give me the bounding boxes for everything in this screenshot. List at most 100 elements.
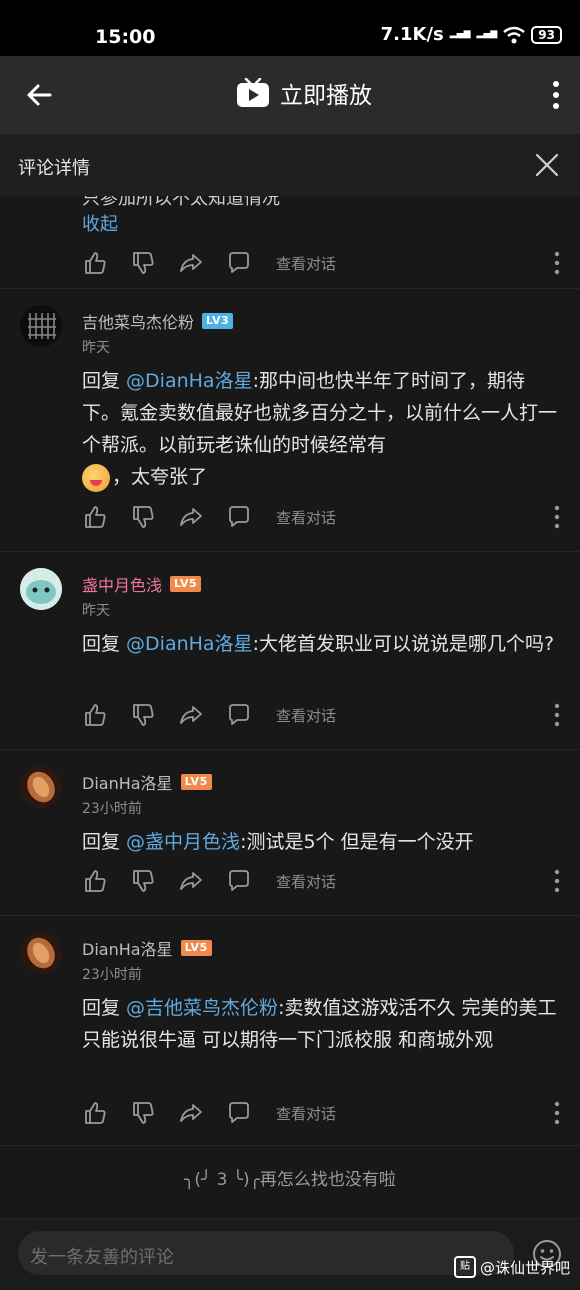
signal-icon: ▂▄▆ [449, 29, 471, 39]
like-icon[interactable] [82, 1100, 108, 1126]
reply-prefix: 回复 [82, 370, 127, 392]
battery-icon: 93 [531, 25, 562, 44]
net-speed: 7.1K/s [380, 24, 444, 45]
share-icon[interactable] [178, 250, 204, 276]
comment-actions: 查看对话 [82, 700, 560, 730]
comment-time: 昨天 [82, 603, 110, 619]
end-of-list-note: ╮(╯ 3 ╰)╭再怎么找也没有啦 [184, 1170, 396, 1190]
comment-composer: 发一条友善的评论 贴 @诛仙世界吧 [0, 1218, 580, 1290]
top-bar: 立即播放 [0, 56, 580, 134]
tieba-logo-icon: 贴 [453, 1256, 476, 1278]
view-conversation-link[interactable]: 查看对话 [276, 507, 336, 528]
more-icon[interactable] [552, 80, 560, 110]
comment-time: 23小时前 [82, 967, 142, 983]
share-icon[interactable] [178, 504, 204, 530]
reply-prefix: 回复 [82, 633, 127, 655]
reply-icon[interactable] [226, 250, 252, 276]
view-conversation-link[interactable]: 查看对话 [276, 1103, 336, 1124]
view-conversation-link[interactable]: 查看对话 [276, 705, 336, 726]
avatar[interactable] [20, 568, 62, 610]
comment-body-tail: ，太夸张了 [112, 466, 208, 488]
comment-text: 回复 @DianHa洛星:那中间也快半年了时间了，期待下。氪金卖数值最好也就多百… [82, 365, 560, 493]
comment-item: 盏中月色浅 LV5 昨天 回复 @DianHa洛星:大佬首发职业可以说说是哪几个… [0, 552, 580, 750]
more-icon[interactable] [554, 1101, 560, 1125]
comment-actions: 查看对话 [82, 866, 560, 896]
status-time: 15:00 [95, 26, 156, 48]
reply-prefix: 回复 [82, 831, 127, 853]
tv-play-icon [237, 78, 269, 107]
like-icon[interactable] [82, 250, 108, 276]
like-icon[interactable] [82, 868, 108, 894]
mention-link[interactable]: @吉他菜鸟杰伦粉 [126, 997, 278, 1019]
username[interactable]: DianHa洛星 LV5 [82, 770, 212, 794]
dislike-icon[interactable] [130, 504, 156, 530]
dislike-icon[interactable] [130, 702, 156, 728]
comment-input-placeholder: 发一条友善的评论 [30, 1247, 174, 1268]
close-icon[interactable] [534, 152, 560, 178]
level-badge: LV5 [180, 774, 212, 790]
username[interactable]: DianHa洛星 LV5 [82, 936, 212, 960]
more-icon[interactable] [554, 251, 560, 275]
comment-item: DianHa洛星 LV5 23小时前 回复 @盏中月色浅:测试是5个 但是有一个… [0, 750, 580, 916]
username-text: 吉他菜鸟杰伦粉 [82, 313, 195, 332]
username-text: 盏中月色浅 [82, 576, 163, 595]
username[interactable]: 盏中月色浅 LV5 [82, 572, 202, 596]
level-badge: LV3 [202, 313, 234, 329]
avatar[interactable] [20, 305, 62, 347]
comment-item: 吉他菜鸟杰伦粉 LV3 昨天 回复 @DianHa洛星:那中间也快半年了时间了，… [0, 289, 580, 552]
mention-link[interactable]: @DianHa洛星 [126, 633, 253, 655]
emoji-icon [82, 463, 110, 492]
comment-body: :测试是5个 但是有一个没开 [240, 831, 474, 853]
dislike-icon[interactable] [130, 250, 156, 276]
share-icon[interactable] [178, 868, 204, 894]
username[interactable]: 吉他菜鸟杰伦粉 LV3 [82, 309, 234, 333]
username-text: DianHa洛星 [82, 774, 173, 793]
comment-actions: 查看对话 [82, 502, 560, 532]
comment-actions: 查看对话 [82, 248, 560, 278]
avatar[interactable] [20, 932, 62, 974]
reply-icon[interactable] [226, 702, 252, 728]
comment-list: 只参加所以不太知道情况 收起 查看对话 吉他菜鸟杰伦粉 LV3 昨天 回复 @D… [0, 196, 580, 1146]
reply-icon[interactable] [226, 868, 252, 894]
status-bar: 15:00 7.1K/s ▂▄▆ ▂▄▆ 93 [0, 0, 580, 56]
comment-text: 回复 @DianHa洛星:大佬首发职业可以说说是哪几个吗? [82, 628, 560, 660]
view-conversation-link[interactable]: 查看对话 [276, 253, 336, 274]
partial-comment: 只参加所以不太知道情况 收起 查看对话 [0, 196, 580, 289]
play-now-label: 立即播放 [280, 83, 372, 109]
view-conversation-link[interactable]: 查看对话 [276, 871, 336, 892]
like-icon[interactable] [82, 504, 108, 530]
comment-detail-header: 评论详情 [0, 134, 580, 196]
reply-icon[interactable] [226, 504, 252, 530]
more-icon[interactable] [554, 869, 560, 893]
mention-link[interactable]: @盏中月色浅 [126, 831, 240, 853]
signal-icon-2: ▂▄▆ [476, 29, 498, 39]
username-text: DianHa洛星 [82, 940, 173, 959]
level-badge: LV5 [180, 940, 212, 956]
reply-icon[interactable] [226, 1100, 252, 1126]
comment-time: 昨天 [82, 340, 110, 356]
watermark: 贴 @诛仙世界吧 [453, 1256, 570, 1278]
dislike-icon[interactable] [130, 868, 156, 894]
more-icon[interactable] [554, 505, 560, 529]
status-indicators: 7.1K/s ▂▄▆ ▂▄▆ 93 [381, 24, 562, 45]
collapse-link[interactable]: 收起 [82, 210, 118, 236]
like-icon[interactable] [82, 702, 108, 728]
comment-body: :大佬首发职业可以说说是哪几个吗? [252, 633, 555, 655]
back-arrow-icon[interactable] [24, 80, 54, 110]
share-icon[interactable] [178, 1100, 204, 1126]
partial-comment-text: 只参加所以不太知道情况 [82, 196, 280, 209]
wifi-icon [503, 26, 526, 43]
mention-link[interactable]: @DianHa洛星 [126, 370, 253, 392]
play-now-button[interactable]: 立即播放 [236, 76, 372, 110]
level-badge: LV5 [170, 576, 202, 592]
dislike-icon[interactable] [130, 1100, 156, 1126]
comment-time: 23小时前 [82, 801, 142, 817]
comment-actions: 查看对话 [82, 1098, 560, 1128]
reply-prefix: 回复 [82, 997, 127, 1019]
comment-text: 回复 @吉他菜鸟杰伦粉:卖数值这游戏活不久 完美的美工只能说很牛逼 可以期待一下… [82, 992, 560, 1056]
watermark-text: @诛仙世界吧 [479, 1258, 570, 1277]
avatar[interactable] [20, 766, 62, 808]
more-icon[interactable] [554, 703, 560, 727]
share-icon[interactable] [178, 702, 204, 728]
comment-input[interactable]: 发一条友善的评论 [18, 1231, 514, 1275]
